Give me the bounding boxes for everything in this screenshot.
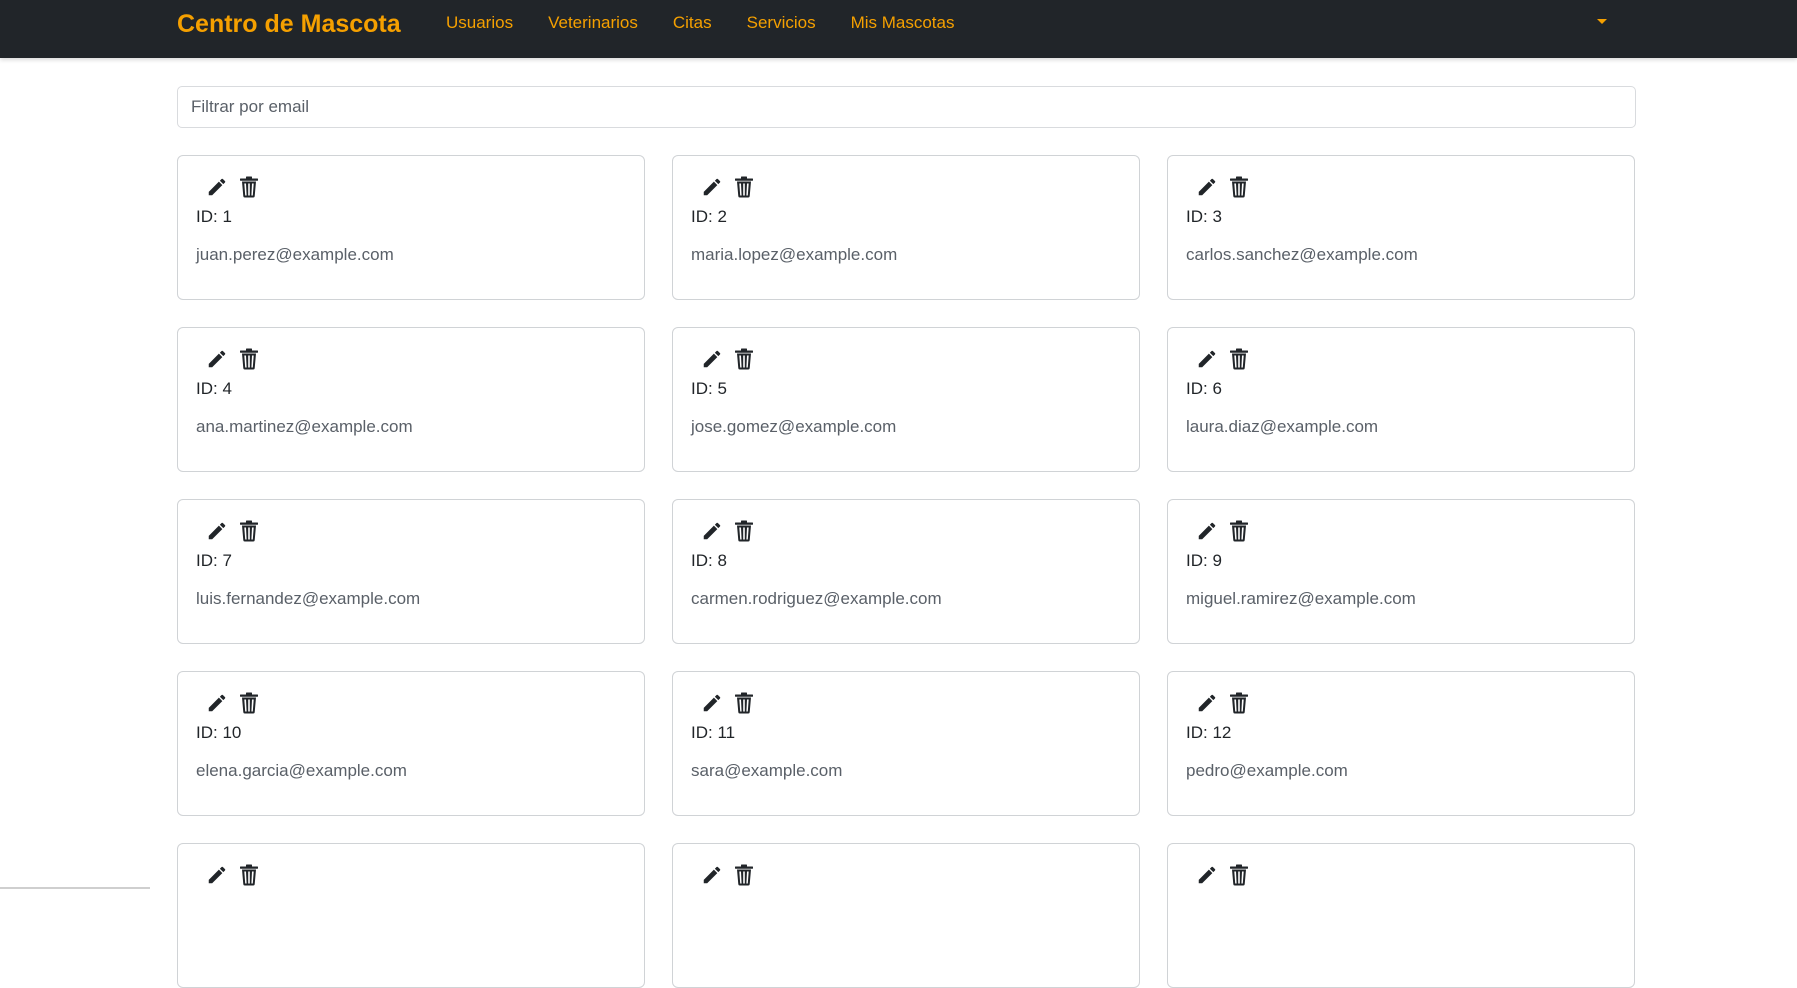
trash-icon[interactable] xyxy=(1226,174,1252,200)
nav-link-usuarios[interactable]: Usuarios xyxy=(446,12,513,34)
user-card: ID: 7 luis.fernandez@example.com xyxy=(177,499,645,644)
card-actions xyxy=(204,346,626,372)
user-id: ID: 9 xyxy=(1186,551,1222,570)
pencil-icon[interactable] xyxy=(204,518,230,544)
pencil-icon[interactable] xyxy=(1194,174,1220,200)
user-id: ID: 6 xyxy=(1186,379,1222,398)
user-email: elena.garcia@example.com xyxy=(196,761,407,780)
user-email: carmen.rodriguez@example.com xyxy=(691,589,942,608)
trash-icon[interactable] xyxy=(1226,518,1252,544)
pencil-icon[interactable] xyxy=(204,862,230,888)
user-email: miguel.ramirez@example.com xyxy=(1186,589,1416,608)
user-card: ID: 8 carmen.rodriguez@example.com xyxy=(672,499,1140,644)
user-id: ID: 3 xyxy=(1186,207,1222,226)
user-card xyxy=(672,843,1140,988)
trash-icon[interactable] xyxy=(236,862,262,888)
user-card: ID: 3 carlos.sanchez@example.com xyxy=(1167,155,1635,300)
card-actions xyxy=(204,174,626,200)
user-card xyxy=(1167,843,1635,988)
user-id: ID: 2 xyxy=(691,207,727,226)
user-id: ID: 8 xyxy=(691,551,727,570)
user-email: carlos.sanchez@example.com xyxy=(1186,245,1418,264)
email-filter-input[interactable] xyxy=(177,86,1636,128)
pencil-icon[interactable] xyxy=(204,346,230,372)
card-actions xyxy=(699,862,1121,888)
user-id: ID: 10 xyxy=(196,723,242,742)
trash-icon[interactable] xyxy=(236,174,262,200)
user-card: ID: 1 juan.perez@example.com xyxy=(177,155,645,300)
pencil-icon[interactable] xyxy=(1194,346,1220,372)
user-id: ID: 7 xyxy=(196,551,232,570)
user-card: ID: 11 sara@example.com xyxy=(672,671,1140,816)
trash-icon[interactable] xyxy=(1226,690,1252,716)
top-navbar: Centro de Mascota Usuarios Veterinarios … xyxy=(0,0,1797,58)
user-card: ID: 5 jose.gomez@example.com xyxy=(672,327,1140,472)
pencil-icon[interactable] xyxy=(1194,690,1220,716)
user-id: ID: 5 xyxy=(691,379,727,398)
card-actions xyxy=(204,862,626,888)
card-actions xyxy=(699,690,1121,716)
user-dropdown-caret-icon[interactable] xyxy=(1597,19,1607,24)
card-actions xyxy=(699,346,1121,372)
nav-link-citas[interactable]: Citas xyxy=(673,12,712,34)
user-email: jose.gomez@example.com xyxy=(691,417,897,436)
trash-icon[interactable] xyxy=(236,690,262,716)
user-email: laura.diaz@example.com xyxy=(1186,417,1379,436)
user-card: ID: 12 pedro@example.com xyxy=(1167,671,1635,816)
trash-icon[interactable] xyxy=(1226,346,1252,372)
user-id: ID: 11 xyxy=(691,723,736,742)
user-email: ana.martinez@example.com xyxy=(196,417,413,436)
user-card: ID: 6 laura.diaz@example.com xyxy=(1167,327,1635,472)
nav-link-veterinarios[interactable]: Veterinarios xyxy=(548,12,638,34)
trash-icon[interactable] xyxy=(236,346,262,372)
card-actions xyxy=(1194,174,1616,200)
pencil-icon[interactable] xyxy=(204,690,230,716)
user-email: pedro@example.com xyxy=(1186,761,1348,780)
card-actions xyxy=(699,518,1121,544)
pencil-icon[interactable] xyxy=(699,862,725,888)
card-actions xyxy=(1194,690,1616,716)
trash-icon[interactable] xyxy=(731,690,757,716)
user-id: ID: 4 xyxy=(196,379,232,398)
pencil-icon[interactable] xyxy=(699,690,725,716)
nav-links: Usuarios Veterinarios Citas Servicios Mi… xyxy=(446,12,990,34)
trash-icon[interactable] xyxy=(236,518,262,544)
user-card: ID: 10 elena.garcia@example.com xyxy=(177,671,645,816)
trash-icon[interactable] xyxy=(1226,862,1252,888)
user-email: sara@example.com xyxy=(691,761,843,780)
card-actions xyxy=(1194,862,1616,888)
user-card-grid: ID: 1 juan.perez@example.com ID: 2 maria.lo… xyxy=(177,155,1636,988)
user-card: ID: 4 ana.martinez@example.com xyxy=(177,327,645,472)
nav-link-servicios[interactable]: Servicios xyxy=(747,12,816,34)
card-actions xyxy=(204,690,626,716)
user-id: ID: 1 xyxy=(196,207,232,226)
pencil-icon[interactable] xyxy=(699,518,725,544)
card-actions xyxy=(1194,518,1616,544)
card-actions xyxy=(699,174,1121,200)
pencil-icon[interactable] xyxy=(699,174,725,200)
trash-icon[interactable] xyxy=(731,518,757,544)
user-email: maria.lopez@example.com xyxy=(691,245,898,264)
user-card xyxy=(177,843,645,988)
pencil-icon[interactable] xyxy=(699,346,725,372)
pencil-icon[interactable] xyxy=(1194,862,1220,888)
brand-logo-text[interactable]: Centro de Mascota xyxy=(177,9,401,39)
nav-link-mis-mascotas[interactable]: Mis Mascotas xyxy=(851,12,955,34)
pencil-icon[interactable] xyxy=(1194,518,1220,544)
trash-icon[interactable] xyxy=(731,862,757,888)
trash-icon[interactable] xyxy=(731,346,757,372)
trash-icon[interactable] xyxy=(731,174,757,200)
card-actions xyxy=(1194,346,1616,372)
user-email: juan.perez@example.com xyxy=(196,245,394,264)
pencil-icon[interactable] xyxy=(204,174,230,200)
user-id: ID: 12 xyxy=(1186,723,1232,742)
user-email: luis.fernandez@example.com xyxy=(196,589,421,608)
card-actions xyxy=(204,518,626,544)
user-card: ID: 2 maria.lopez@example.com xyxy=(672,155,1140,300)
user-card: ID: 9 miguel.ramirez@example.com xyxy=(1167,499,1635,644)
